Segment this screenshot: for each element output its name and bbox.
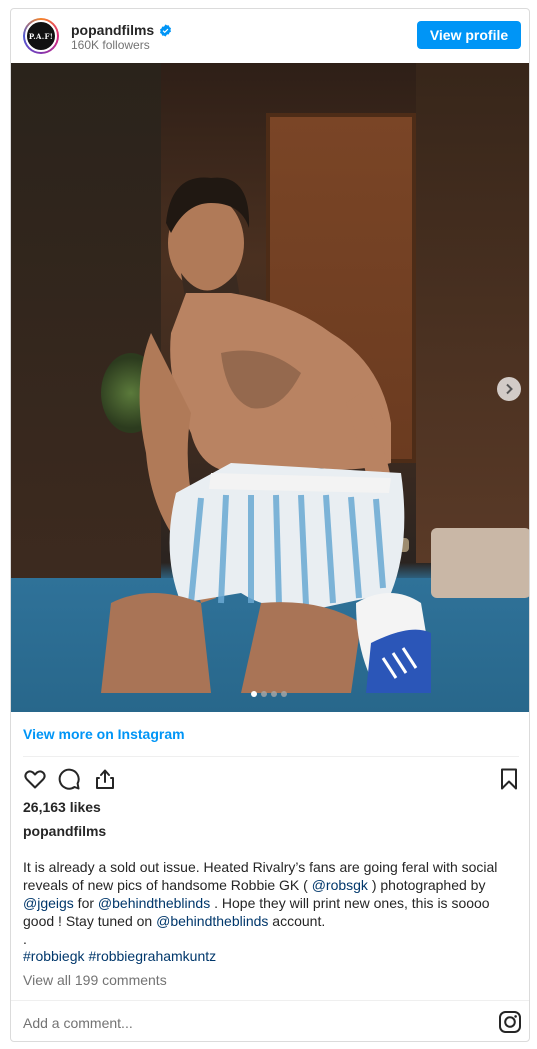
add-comment-input[interactable]: Add a comment... <box>23 1015 133 1031</box>
carousel-dot <box>271 691 277 697</box>
hashtag-link[interactable]: #robbiegk <box>23 948 85 964</box>
avatar-logo-text: P.A.F! <box>28 31 54 41</box>
verified-badge-icon <box>160 23 172 37</box>
save-button[interactable] <box>495 765 523 793</box>
divider <box>23 756 519 757</box>
carousel-dot <box>261 691 267 697</box>
caption-author[interactable]: popandfilms <box>23 823 106 839</box>
follower-count: 160K followers <box>71 38 150 52</box>
share-icon <box>96 769 114 789</box>
like-count[interactable]: 26,163 likes <box>23 799 101 815</box>
carousel-indicator <box>251 691 287 697</box>
mention-link[interactable]: @behindtheblinds <box>156 913 268 929</box>
shirtless-man-kneeling-image <box>101 177 431 693</box>
chevron-right-icon <box>506 383 513 395</box>
post-photo[interactable] <box>11 63 529 712</box>
avatar[interactable]: P.A.F! <box>23 18 59 54</box>
view-profile-button[interactable]: View profile <box>417 21 521 49</box>
hashtag-link[interactable]: #robbiegrahamkuntz <box>89 948 217 964</box>
share-button[interactable] <box>91 765 119 793</box>
mention-link[interactable]: @behindtheblinds <box>98 895 210 911</box>
instagram-logo-icon[interactable] <box>498 1010 522 1034</box>
username[interactable]: popandfilms <box>71 22 154 38</box>
heart-icon <box>24 770 46 789</box>
view-more-on-instagram-link[interactable]: View more on Instagram <box>23 726 185 742</box>
carousel-dot <box>281 691 287 697</box>
divider <box>11 1000 529 1001</box>
post-actions <box>11 765 529 795</box>
mention-link[interactable]: @jgeigs <box>23 895 74 911</box>
like-button[interactable] <box>21 765 49 793</box>
comment-icon <box>58 768 80 790</box>
instagram-embed-card: P.A.F! popandfilms 160K followers View p… <box>10 8 530 1042</box>
next-slide-button[interactable] <box>497 377 521 401</box>
hashtags: #robbiegk #robbiegrahamkuntz <box>23 948 216 964</box>
mention-link[interactable]: @robsgk <box>312 877 368 893</box>
comment-button[interactable] <box>55 765 83 793</box>
post-caption: It is already a sold out issue. Heated R… <box>23 859 498 947</box>
bookmark-icon <box>501 768 517 790</box>
carousel-dot <box>251 691 257 697</box>
view-all-comments-link[interactable]: View all 199 comments <box>23 972 167 988</box>
post-header: P.A.F! popandfilms 160K followers View p… <box>11 9 529 64</box>
